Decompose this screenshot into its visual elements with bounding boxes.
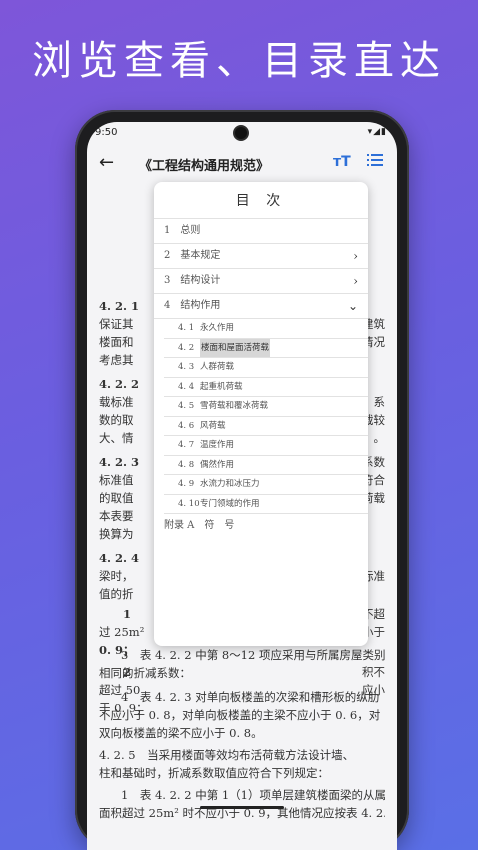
toc-subitem[interactable]: 4. 4 起重机荷载 — [164, 378, 368, 397]
app-bar: ← 《工程结构通用规范》 тT — [87, 144, 397, 184]
font-size-icon[interactable]: тT — [333, 154, 351, 170]
toc-item-basic-rules[interactable]: 2 基本规定 › — [154, 244, 368, 269]
app-screen: 9:50 ▾◢▮ ← 《工程结构通用规范》 тT 4. 2. 1 保证其 建筑 楼面和… — [87, 122, 397, 850]
chevron-right-icon: › — [353, 249, 358, 263]
promo-banner-title: 浏览查看、目录直达 — [32, 38, 446, 84]
toc-subitem[interactable]: 4. 5 雪荷载和覆冰荷载 — [164, 397, 368, 417]
toc-subitem-label: 雪荷载和覆冰荷载 — [200, 401, 269, 411]
toc-subitem-label: 温度作用 — [200, 440, 235, 450]
home-indicator[interactable] — [200, 806, 284, 809]
document-text-line: 双向板楼盖的梁不应小于 0. 8。 — [99, 726, 263, 740]
phone-frame: 9:50 ▾◢▮ ← 《工程结构通用规范》 тT 4. 2. 1 保证其 建筑 楼面和… — [75, 110, 409, 850]
toc-subitem[interactable]: 4. 1 永久作用 — [164, 319, 368, 339]
chevron-down-icon: ⌄ — [347, 299, 358, 313]
document-text-line: 相同的折减系数： — [99, 666, 191, 680]
toc-list-icon[interactable] — [367, 153, 383, 167]
toc-item-label: 3 结构设计 — [164, 275, 221, 286]
toc-subitem-number: 4. 4 — [178, 381, 195, 392]
toc-item-structural-design[interactable]: 3 结构设计 › — [154, 269, 368, 294]
toc-subitem[interactable]: 4. 9 水流力和冰压力 — [164, 475, 368, 495]
toc-subitem-number: 4. 9 — [178, 479, 195, 489]
toc-subitem[interactable]: 4. 8 偶然作用 — [164, 456, 368, 475]
toc-subitem-number: 4. 2 — [178, 342, 195, 353]
toc-subitem-label: 楼面和屋面活荷载 — [200, 338, 271, 357]
toc-subitem-number: 4. 6 — [178, 420, 195, 431]
toc-subitem-label: 偶然作用 — [200, 459, 235, 470]
document-text-line: 3 表 4. 2. 2 中第 8～12 项应采用与所属房屋类别 — [121, 648, 386, 662]
toc-item-structural-actions[interactable]: 4 结构作用 ⌄ — [154, 294, 368, 319]
page-title: 《工程结构通用规范》 — [139, 159, 270, 174]
toc-popup: 目 次 1 总则 2 基本规定 › 3 结构设计 › 4 结构作用 ⌄ 4. 1… — [154, 182, 368, 646]
toc-subitem[interactable]: 4. 6 风荷载 — [164, 417, 368, 436]
document-text-line: 柱和基础时，折减系数取值应符合下列规定： — [99, 766, 329, 780]
status-icons: ▾◢▮ — [367, 127, 387, 137]
camera-icon — [233, 125, 249, 141]
document-text-line: 不应小于 0. 8，对单向板楼盖的主梁不应小于 0. 6，对 — [99, 708, 381, 722]
status-bar: 9:50 ▾◢▮ — [87, 122, 397, 144]
document-text-line: 4 表 4. 2. 3 对单向板楼盖的次梁和槽形板的纵肋 — [121, 690, 380, 704]
toc-subitem[interactable]: 4. 2 楼面和屋面活荷载 — [164, 338, 368, 358]
toc-item-label: 1 总则 — [164, 225, 201, 236]
toc-subitem-label: 永久作用 — [200, 323, 235, 333]
toc-item-label: 2 基本规定 — [164, 250, 221, 261]
toc-subitem-label: 起重机荷载 — [200, 381, 243, 392]
toc-subitem-number: 4. 10 — [178, 498, 200, 509]
toc-item-label: 附录 A 符 号 — [164, 520, 235, 531]
toc-subitem[interactable]: 4. 10 专门领域的作用 — [164, 495, 368, 514]
toc-item-label: 4 结构作用 — [164, 300, 221, 311]
toc-subitem-label: 专门领域的作用 — [200, 498, 260, 509]
back-arrow-icon[interactable]: ← — [99, 152, 114, 173]
toc-subitem-label: 人群荷载 — [200, 362, 235, 372]
toc-title: 目 次 — [154, 182, 368, 219]
toc-subitem[interactable]: 4. 7 温度作用 — [164, 436, 368, 456]
status-time: 9:50 — [95, 127, 118, 138]
toc-item-general[interactable]: 1 总则 — [154, 219, 368, 244]
document-text-line: 1 表 4. 2. 2 中第 1（1）项单层建筑楼面梁的从属 — [121, 788, 386, 802]
toc-subitem-label: 风荷载 — [200, 420, 226, 431]
toc-subitem-number: 4. 8 — [178, 459, 195, 470]
toc-subitem-label: 水流力和冰压力 — [200, 479, 260, 489]
toc-subitem-number: 4. 7 — [178, 440, 195, 450]
toc-subitem-number: 4. 1 — [178, 323, 195, 333]
toc-subitem-number: 4. 3 — [178, 362, 195, 372]
chevron-right-icon: › — [353, 274, 358, 288]
document-text-line: 系 — [373, 395, 386, 409]
document-text-line: 4. 2. 5 当采用楼面等效均布活荷载方法设计墙、 — [99, 748, 355, 762]
toc-item-appendix-a[interactable]: 附录 A 符 号 — [154, 514, 368, 538]
toc-subitem-number: 4. 5 — [178, 401, 195, 411]
toc-subitem[interactable]: 4. 3 人群荷载 — [164, 358, 368, 378]
document-text-line: 。 — [373, 431, 386, 445]
